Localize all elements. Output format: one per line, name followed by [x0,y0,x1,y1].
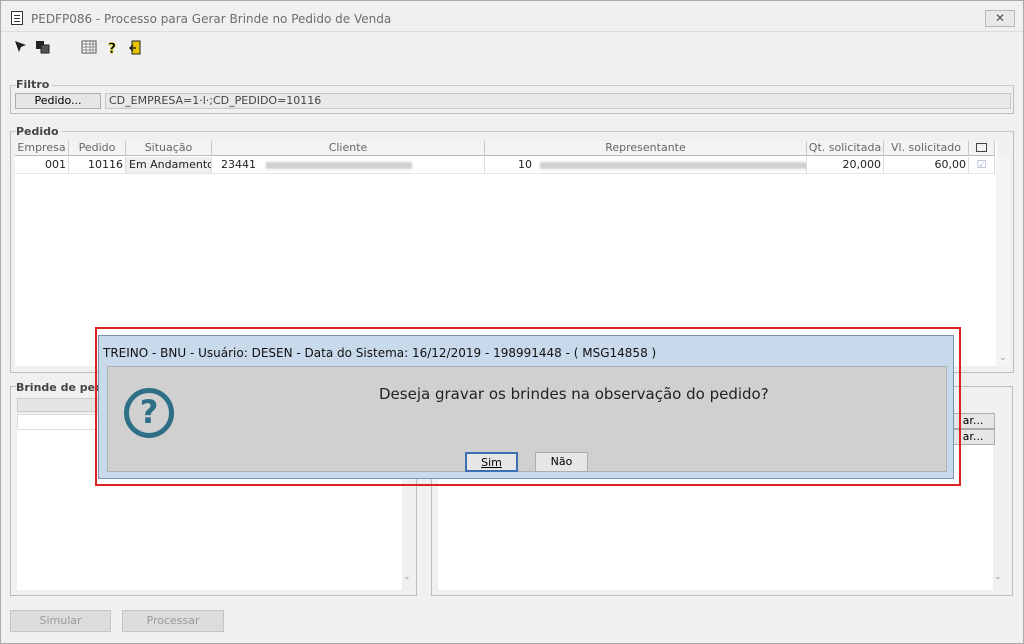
column-header[interactable]: Representante [485,141,807,156]
cliente-code: 23441 [221,158,256,171]
filtro-label: Filtro [16,78,53,91]
pedido-filter-button[interactable]: Pedido... [15,93,101,109]
main-window: PEDFP086 - Processo para Gerar Brinde no… [0,0,1024,644]
select-all-checkbox[interactable] [969,141,995,156]
svg-text:?: ? [108,41,116,56]
column-header[interactable]: Situação [126,141,212,156]
vertical-scrollbar[interactable]: ⌄ [996,157,1010,365]
question-icon: ? [124,388,174,438]
cell-empresa: 001 [15,157,69,174]
redacted-text [539,161,806,169]
copy-icon[interactable] [35,40,51,56]
representante-code: 10 [518,158,532,171]
pedido-label: Pedido [16,125,62,138]
cursor-icon[interactable] [13,40,29,56]
simular-button[interactable]: Simular [10,610,111,632]
column-header[interactable]: Pedido [69,141,126,156]
column-header[interactable]: Empresa [15,141,69,156]
title-bar: PEDFP086 - Processo para Gerar Brinde no… [1,1,1023,32]
cell-cliente: 23441 [212,157,485,174]
help-icon[interactable]: ? [105,40,121,58]
cell-pedido: 10116 [69,157,126,174]
cell-qt-solicitada: 20,000 [807,157,884,174]
chevron-down-icon: ⌄ [403,572,411,582]
confirm-dialog: TREINO - BNU - Usuário: DESEN - Data do … [98,335,954,479]
exit-icon[interactable] [128,40,145,56]
document-icon [11,11,23,25]
close-button[interactable]: ✕ [985,10,1015,27]
yes-button[interactable]: Sim [465,452,518,472]
cell-situacao: Em Andamento [126,157,212,174]
column-header[interactable]: Qt. solicitada [807,141,884,156]
calendar-icon[interactable] [81,40,97,56]
column-header[interactable]: Cliente [212,141,485,156]
filter-field: CD_EMPRESA=1·l·;CD_PEDIDO=10116 [105,93,1011,109]
row-checkbox[interactable]: ☑ [969,157,995,174]
chevron-down-icon: ⌄ [994,572,1002,582]
no-button[interactable]: Não [535,452,588,472]
cell-representante: 10 [485,157,807,174]
dialog-title: TREINO - BNU - Usuário: DESEN - Data do … [103,346,657,360]
dialog-body [107,366,947,472]
dialog-message: Deseja gravar os brindes na observação d… [379,385,769,403]
toolbar: ? [1,33,1023,63]
redacted-text [265,161,412,169]
chevron-down-icon: ⌄ [999,353,1007,363]
column-header[interactable]: Vl. solicitado [884,141,969,156]
cell-vl-solicitado: 60,00 [884,157,969,174]
processar-button[interactable]: Processar [122,610,224,632]
window-title: PEDFP086 - Processo para Gerar Brinde no… [31,12,392,26]
